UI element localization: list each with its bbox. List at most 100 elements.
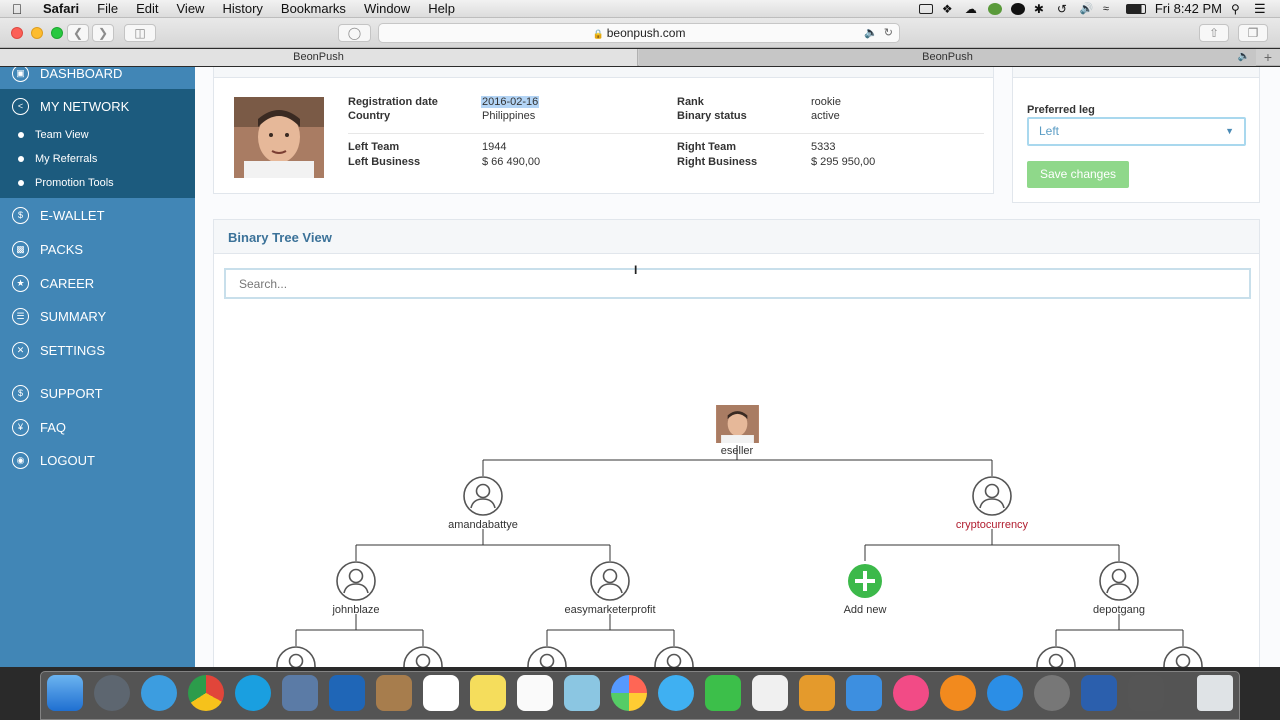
apple-menu-icon[interactable]:  [0,1,34,17]
contacts-icon[interactable] [376,675,412,711]
system-preferences-icon[interactable] [1034,675,1070,711]
close-window-button[interactable] [11,27,23,39]
sidebar-toggle-icon[interactable]: ◫ [124,24,156,42]
save-changes-button[interactable]: Save changes [1027,161,1129,188]
clock[interactable]: Fri 8:42 PM [1155,1,1222,16]
tab-beonpush-inactive[interactable]: BeonPush 🔈 [639,49,1256,66]
screen-recorder-icon[interactable] [1128,675,1164,711]
volume-icon[interactable]: 🔊 [1080,3,1094,15]
sidebar-item-support[interactable]: $ SUPPORT [0,376,195,410]
share-icon[interactable]: ⇧ [1199,24,1229,42]
finder-icon[interactable] [47,675,83,711]
add-new-label[interactable]: Add new [795,604,935,616]
root-user-avatar[interactable] [716,405,759,443]
sidebar-item-dashboard[interactable]: ▣ DASHBOARD [0,67,195,90]
user-avatar-icon[interactable] [526,645,568,667]
tab-speaker-icon[interactable]: 🔈 [1238,49,1250,65]
mail-app-icon[interactable] [282,675,318,711]
preferred-leg-select[interactable]: Left ▼ [1027,117,1246,146]
pages-icon[interactable] [799,675,835,711]
wifi-icon[interactable]: ≈ [1103,3,1117,15]
itunes-icon[interactable] [893,675,929,711]
bluetooth-icon[interactable]: ✱ [1034,3,1048,15]
user-avatar-icon[interactable] [1035,645,1077,667]
tree-node-label-root[interactable]: eseller [667,445,807,457]
user-avatar-icon[interactable] [971,475,1013,517]
calendar-icon[interactable] [423,675,459,711]
tree-node-label[interactable]: cryptocurrency [922,519,1062,531]
tree-node-label[interactable]: easymarketerprofit [540,604,680,616]
user-avatar-icon[interactable] [1098,560,1140,602]
address-bar[interactable]: 🔒 beonpush.com 🔈 ↻ [378,23,900,43]
launchpad-icon[interactable] [94,675,130,711]
back-arrow-icon[interactable]: ❮ [67,24,89,42]
cloud-icon[interactable]: ☁ [965,3,979,15]
menu-app-safari[interactable]: Safari [34,1,88,16]
user-avatar-icon[interactable] [589,560,631,602]
sidebar-item-logout[interactable]: ◉ LOGOUT [0,443,195,477]
sidebar-item-summary[interactable]: ☰ SUMMARY [0,299,195,333]
trash-icon[interactable] [1197,675,1233,711]
user-avatar-icon[interactable] [402,645,444,667]
menu-file[interactable]: File [88,1,127,16]
reader-icon[interactable]: ◯ [338,24,371,42]
sidebar-item-my-network[interactable]: < MY NETWORK [0,89,195,123]
chrome-icon[interactable] [188,675,224,711]
numbers-icon[interactable] [752,675,788,711]
ibooks-icon[interactable] [940,675,976,711]
user-avatar-icon[interactable] [275,645,317,667]
audio-icon[interactable]: 🔈 [864,27,878,39]
sidebar-item-faq[interactable]: ¥ FAQ [0,410,195,444]
tab-beonpush-active[interactable]: BeonPush [0,49,638,66]
tab-overview-icon[interactable]: ❐ [1238,24,1268,42]
minimize-window-button[interactable] [31,27,43,39]
sidebar-item-career[interactable]: ★ CAREER [0,266,195,300]
screen-record-icon[interactable] [918,3,933,14]
text-cursor-icon: I [634,263,638,277]
menu-bookmarks[interactable]: Bookmarks [272,1,355,16]
user-avatar-icon[interactable] [462,475,504,517]
sidebar-subitem-promotion-tools[interactable]: Promotion Tools [0,171,195,195]
notification-center-icon[interactable]: ☰ [1254,2,1268,15]
tree-node-label[interactable]: johnblaze [286,604,426,616]
time-machine-icon[interactable]: ↺ [1057,3,1071,15]
forward-arrow-icon[interactable]: ❯ [92,24,114,42]
menu-edit[interactable]: Edit [127,1,167,16]
messages-icon[interactable] [658,675,694,711]
tree-node-label[interactable]: amandabattye [413,519,553,531]
menu-view[interactable]: View [168,1,214,16]
user-avatar-icon[interactable] [653,645,695,667]
sidebar-item-packs[interactable]: ▩ PACKS [0,232,195,266]
sidebar-item-e-wallet[interactable]: $ E-WALLET [0,198,195,232]
word-icon[interactable] [1081,675,1117,711]
notes-icon[interactable] [470,675,506,711]
user-avatar-icon[interactable] [1162,645,1204,667]
fullscreen-window-button[interactable] [51,27,63,39]
skype-icon[interactable] [235,675,271,711]
reminders-icon[interactable] [517,675,553,711]
new-tab-button[interactable]: + [1256,49,1280,66]
tree-node-label[interactable]: depotgang [1049,604,1189,616]
add-new-plus-icon[interactable] [844,560,886,602]
battery-icon[interactable] [1125,3,1146,14]
preview-icon[interactable] [564,675,600,711]
sidebar-subitem-team-view[interactable]: Team View [0,123,195,147]
notification-bubble-icon[interactable] [1010,2,1025,15]
dropbox-icon[interactable]: ❖ [942,3,956,15]
menu-help[interactable]: Help [419,1,464,16]
user-avatar-icon[interactable] [335,560,377,602]
right-team-value: 5333 [811,141,836,153]
app-store-icon[interactable] [987,675,1023,711]
sidebar-item-settings[interactable]: ✕ SETTINGS [0,333,195,367]
outlook-icon[interactable] [329,675,365,711]
facetime-icon[interactable] [705,675,741,711]
safari-icon[interactable] [141,675,177,711]
evernote-icon[interactable] [987,2,1002,15]
reload-icon[interactable]: ↻ [884,27,893,39]
keynote-icon[interactable] [846,675,882,711]
photos-icon[interactable] [611,675,647,711]
spotlight-search-icon[interactable]: ⚲ [1231,3,1245,15]
menu-window[interactable]: Window [355,1,419,16]
sidebar-subitem-my-referrals[interactable]: My Referrals [0,147,195,171]
menu-history[interactable]: History [213,1,271,16]
